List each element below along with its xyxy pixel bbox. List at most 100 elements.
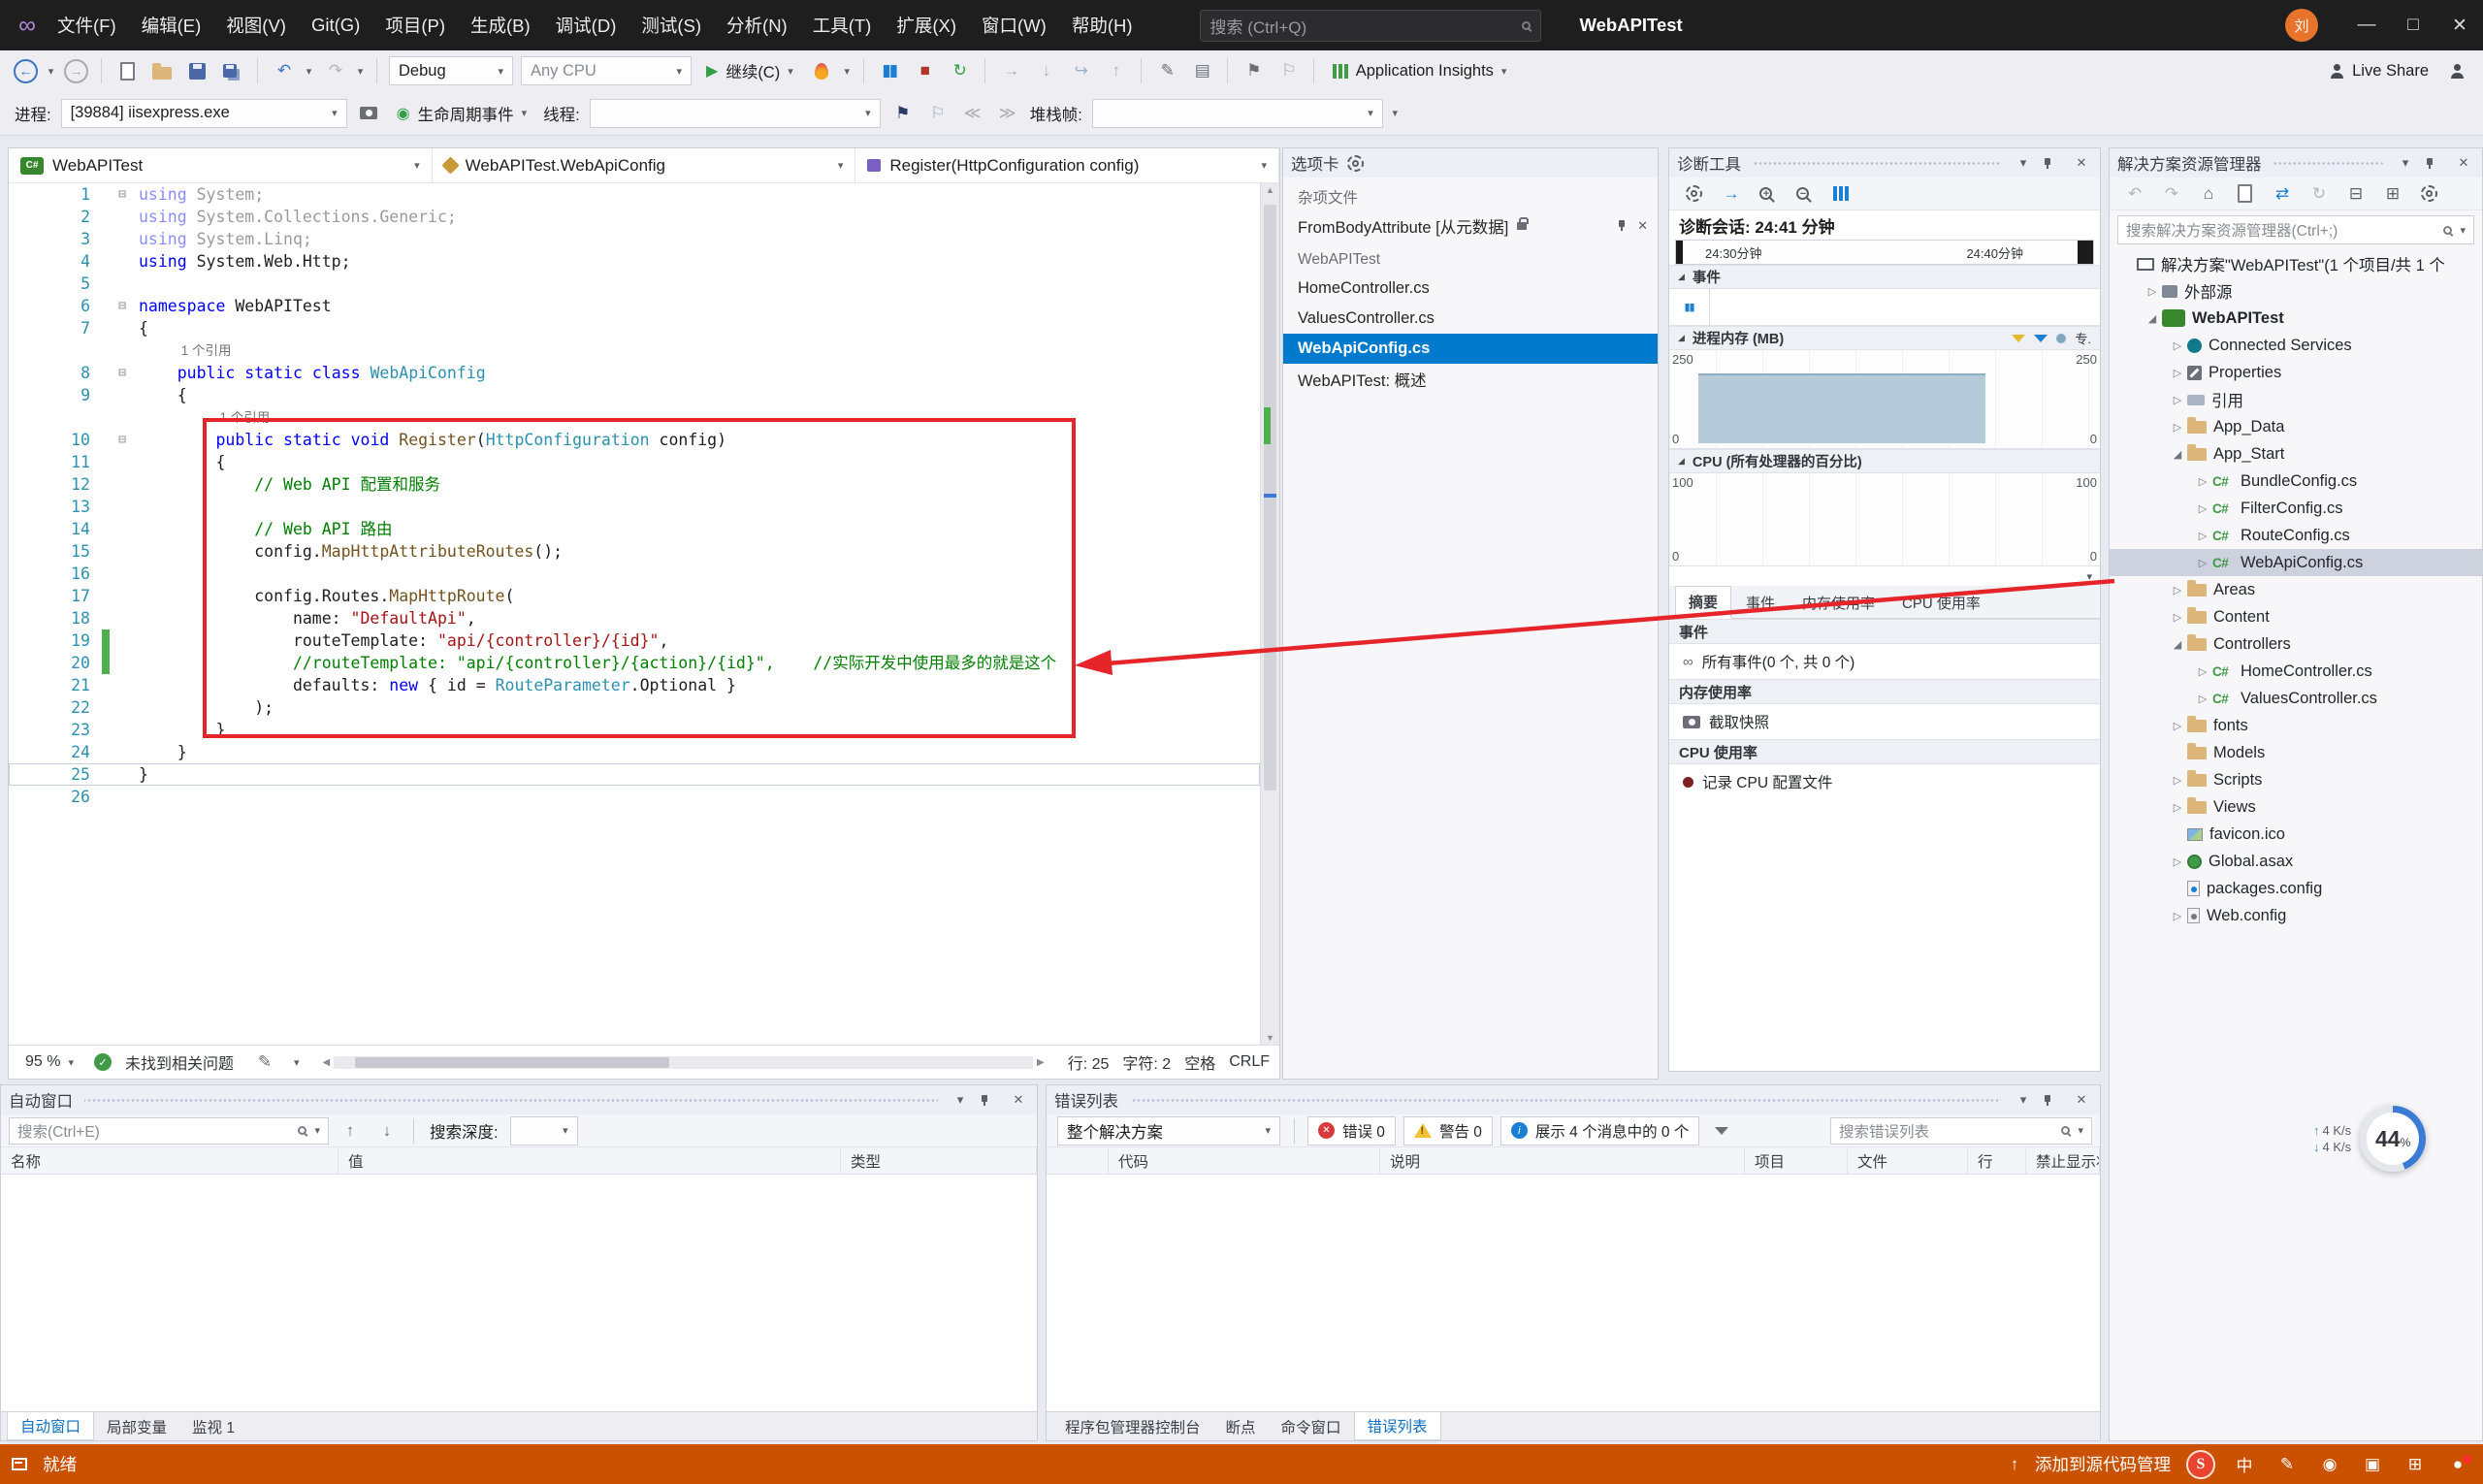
pin-icon[interactable] (2042, 1094, 2063, 1107)
zoom-in-icon[interactable] (1751, 178, 1784, 210)
tree-item[interactable]: ▷App_Data (2110, 413, 2482, 440)
expander-icon[interactable]: ▷ (2168, 801, 2187, 814)
diag-tab-0[interactable]: 摘要 (1675, 586, 1731, 619)
maximize-button[interactable]: □ (2390, 0, 2436, 50)
tree-item[interactable]: ▷C#RouteConfig.cs (2110, 522, 2482, 549)
grid-icon[interactable]: ⊞ (2402, 1455, 2429, 1474)
save-icon[interactable] (180, 55, 213, 86)
menu-help[interactable]: 帮助(H) (1059, 0, 1145, 50)
autos-search-input[interactable]: 搜索(Ctrl+E) ▾ (9, 1117, 329, 1145)
forward-icon[interactable]: ↷ (2154, 178, 2187, 210)
error-grid-body[interactable] (1047, 1175, 2100, 1411)
process-combo[interactable]: [39884] iisexpress.exe▾ (61, 99, 347, 128)
save-all-icon[interactable] (215, 55, 248, 86)
scroll-right-icon[interactable]: ▶ (1037, 1057, 1045, 1068)
expander-icon[interactable]: ▷ (2193, 693, 2212, 705)
pin-icon[interactable] (1616, 219, 1628, 232)
code-cleanup-icon[interactable]: ✎ (1150, 55, 1183, 86)
expander-icon[interactable]: ▷ (2168, 421, 2187, 434)
app-insights-button[interactable]: Application Insights▾ (1323, 55, 1517, 86)
chevron-down-icon[interactable]: ▾ (840, 65, 855, 78)
expander-icon[interactable]: ▷ (2168, 855, 2187, 868)
document-tab[interactable]: HomeController.cs (1283, 274, 1658, 304)
column-header[interactable]: 项目 (1745, 1147, 1848, 1174)
member-dropdown[interactable]: Register(HttpConfiguration config) ▾ (855, 148, 1279, 182)
open-file-icon[interactable] (145, 55, 178, 86)
column-header[interactable]: 行 (1968, 1147, 2026, 1174)
code-line[interactable]: 13 (9, 496, 1260, 518)
pencil-icon[interactable]: ✎ (2273, 1455, 2301, 1474)
window-icon[interactable]: ▣ (2359, 1455, 2386, 1474)
code-line[interactable]: 17 config.Routes.MapHttpRoute( (9, 585, 1260, 607)
events-section-header[interactable]: 事件 (1669, 265, 2100, 289)
code-line[interactable]: 10⊟ public static void Register(HttpConf… (9, 429, 1260, 451)
tree-item[interactable]: ▷Scripts (2110, 766, 2482, 793)
tree-item[interactable]: 解决方案"WebAPITest"(1 个项目/共 1 个 (2110, 250, 2482, 277)
home-icon[interactable]: ⌂ (2191, 178, 2224, 210)
search-depth-combo[interactable]: ▾ (510, 1116, 578, 1145)
tree-item[interactable]: ▷Connected Services (2110, 332, 2482, 359)
pin-icon[interactable] (2424, 157, 2445, 170)
overlay-app-badge[interactable]: S (2186, 1450, 2215, 1479)
code-line[interactable]: 25} (9, 763, 1260, 786)
menu-git[interactable]: Git(G) (299, 0, 372, 50)
quick-search-input[interactable]: 搜索 (Ctrl+Q) (1200, 10, 1541, 42)
close-icon[interactable]: ✕ (2071, 155, 2092, 171)
tree-item[interactable]: ▷C#ValuesController.cs (2110, 685, 2482, 712)
expander-icon[interactable]: ◢ (2143, 312, 2162, 325)
cpu-chart[interactable]: 100 0 100 0 (1669, 473, 2100, 566)
column-indicator[interactable]: 字符: 2 (1122, 1050, 1171, 1074)
code-editor[interactable]: WebAPITest ▾ WebAPITest.WebApiConfig ▾ R… (8, 147, 1280, 1080)
chevron-down-icon[interactable]: ▾ (1388, 107, 1403, 119)
scroll-left-icon[interactable]: ◀ (323, 1057, 331, 1068)
flag-thread-icon[interactable]: ⚑ (886, 98, 919, 129)
project-dropdown[interactable]: WebAPITest ▾ (9, 148, 433, 182)
step-over-icon[interactable]: ↪ (1064, 55, 1097, 86)
expander-icon[interactable]: ▷ (2168, 611, 2187, 624)
nav-back-icon[interactable]: ← (14, 59, 38, 83)
show-all-files-icon[interactable]: ⊞ (2375, 178, 2408, 210)
tree-item[interactable]: ▷引用 (2110, 386, 2482, 413)
net-speed-overlay[interactable]: ↑4 K/s ↓4 K/s 44 % (2313, 1106, 2426, 1172)
column-header[interactable] (1047, 1147, 1109, 1174)
autos-tab-0[interactable]: 自动窗口 (7, 1412, 94, 1440)
tree-item[interactable]: Models (2110, 739, 2482, 766)
expander-icon[interactable]: ▷ (2168, 584, 2187, 597)
chevron-down-icon[interactable]: ▾ (950, 1092, 971, 1108)
code-line[interactable]: 8⊟ public static class WebApiConfig (9, 362, 1260, 384)
error-scope-combo[interactable]: 整个解决方案 ▾ (1057, 1116, 1280, 1145)
background-tasks-icon[interactable] (12, 1458, 27, 1470)
code-line[interactable]: 11 { (9, 451, 1260, 473)
snapshot-icon[interactable] (352, 98, 385, 129)
tree-item[interactable]: ▷Web.config (2110, 902, 2482, 929)
code-line[interactable]: 3using System.Linq; (9, 228, 1260, 250)
solution-config-combo[interactable]: Debug▾ (389, 56, 513, 85)
record-cpu-link[interactable]: 记录 CPU 配置文件 (1669, 764, 2100, 799)
step-into-icon[interactable]: ↓ (1029, 55, 1062, 86)
tree-item[interactable]: ▷外部源 (2110, 277, 2482, 305)
gear-icon[interactable] (1347, 155, 1364, 172)
redo-icon[interactable]: ↷ (318, 55, 351, 86)
eol-indicator[interactable]: CRLF (1229, 1053, 1270, 1071)
tree-item[interactable]: ▷Global.asax (2110, 848, 2482, 875)
code-line[interactable]: 2using System.Collections.Generic; (9, 206, 1260, 228)
fold-marker[interactable]: ⊟ (110, 295, 135, 317)
code-line[interactable]: 24 } (9, 741, 1260, 763)
cpu-section-header[interactable]: CPU (所有处理器的百分比) (1669, 449, 2100, 473)
code-line[interactable]: 16 (9, 563, 1260, 585)
nav-forward-icon[interactable]: → (64, 59, 88, 83)
document-tab[interactable]: WebApiConfig.cs (1283, 334, 1658, 364)
line-indicator[interactable]: 行: 25 (1068, 1050, 1110, 1074)
type-dropdown[interactable]: WebAPITest.WebApiConfig ▾ (433, 148, 856, 182)
autos-tab-1[interactable]: 局部变量 (94, 1412, 179, 1440)
expander-icon[interactable]: ▷ (2168, 720, 2187, 732)
menu-file[interactable]: 文件(F) (45, 0, 129, 50)
export-icon[interactable]: → (1714, 178, 1747, 210)
flag-all-icon[interactable]: ⚐ (920, 98, 953, 129)
expander-icon[interactable]: ▷ (2193, 665, 2212, 678)
chevron-down-icon[interactable]: ▾ (44, 65, 58, 78)
menu-build[interactable]: 生成(B) (458, 0, 543, 50)
tree-item[interactable]: ▷Content (2110, 603, 2482, 630)
search-next-icon[interactable]: ↓ (370, 1115, 403, 1146)
bookmark-icon[interactable]: ⚑ (1237, 55, 1270, 86)
